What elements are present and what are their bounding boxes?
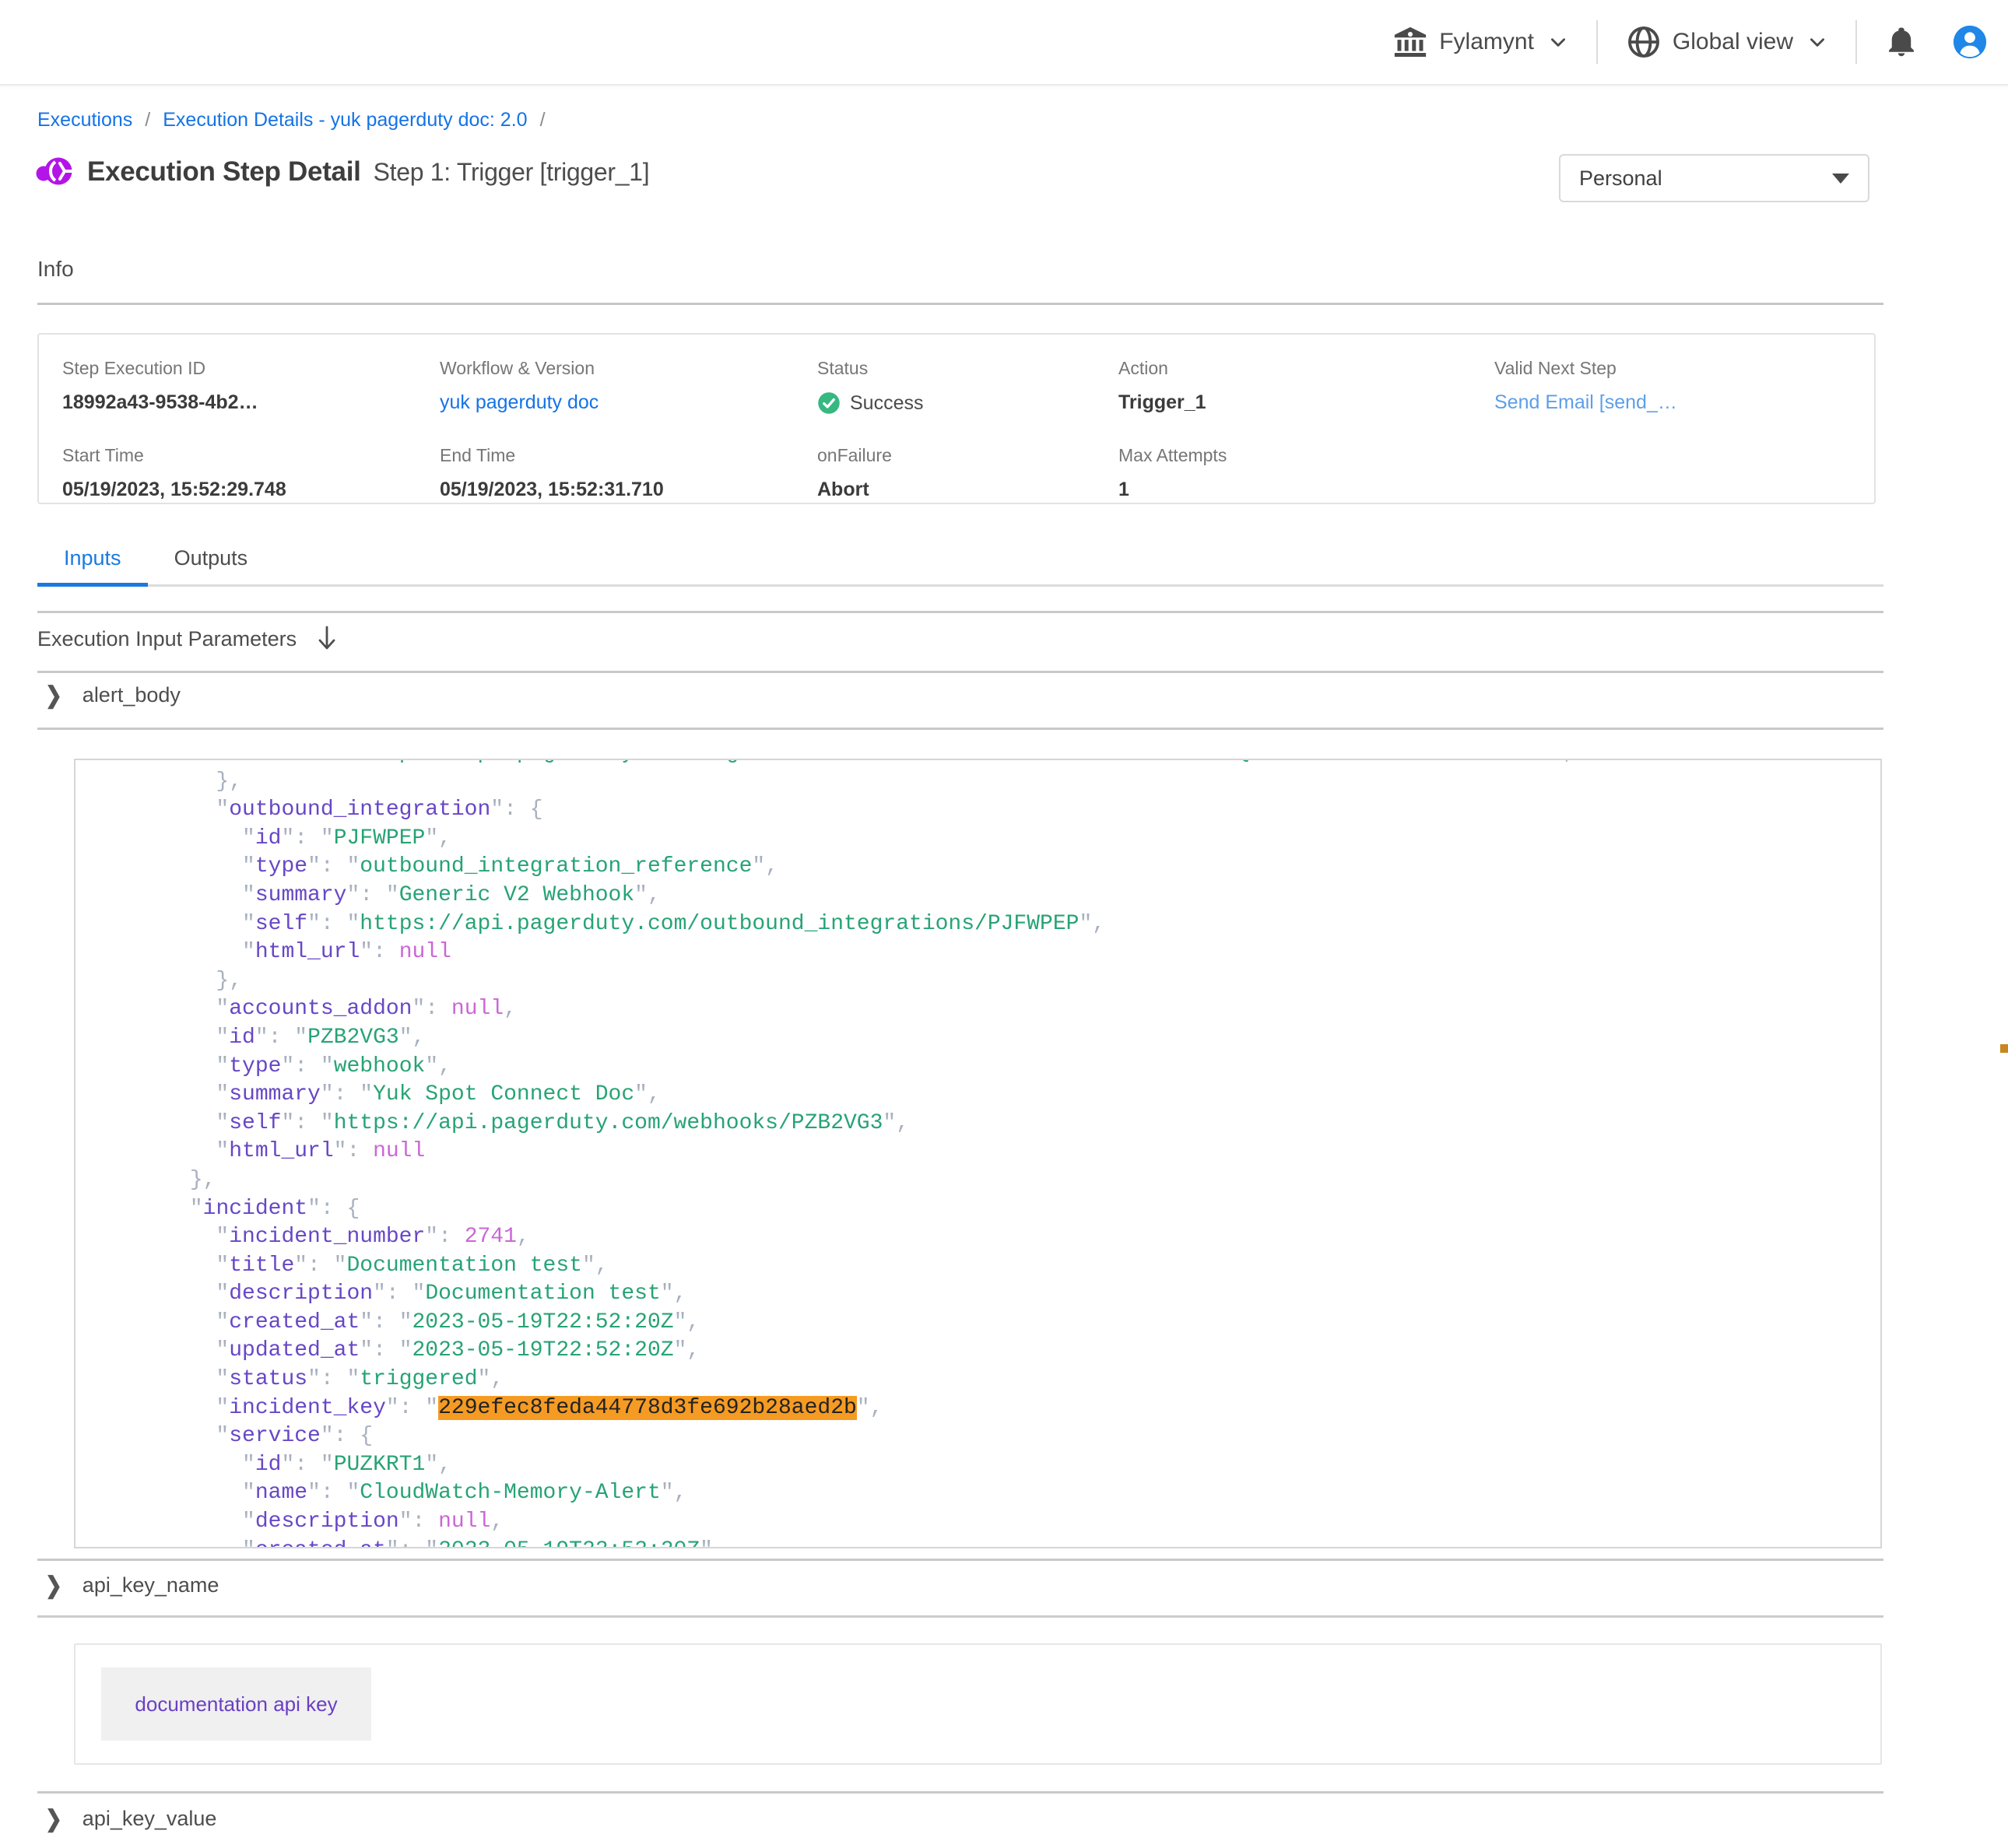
org-menu[interactable]: Fylamynt bbox=[1392, 24, 1568, 60]
page-title: Execution Step Detail bbox=[87, 156, 361, 188]
info-heading: Info bbox=[37, 257, 74, 282]
breadcrumb-separator: / bbox=[540, 109, 546, 131]
org-label: Fylamynt bbox=[1439, 29, 1534, 55]
chevron-down-icon bbox=[1807, 32, 1827, 52]
chevron-down-icon bbox=[1548, 32, 1568, 52]
step-execution-id-value: 18992a43-9538-4b2… bbox=[62, 391, 440, 414]
scrollbar-find-marker bbox=[2000, 1044, 2008, 1053]
chevron-right-icon: ❯ bbox=[45, 682, 62, 710]
breadcrumb-separator: / bbox=[145, 109, 150, 131]
view-menu[interactable]: Global view bbox=[1626, 24, 1827, 60]
param-row-api-key-name[interactable]: ❯ api_key_name bbox=[45, 1573, 219, 1597]
api-key-name-card: documentation api key bbox=[74, 1643, 1882, 1765]
page-title-row: Execution Step Detail Step 1: Trigger [t… bbox=[34, 153, 649, 191]
info-field-workflow-version: Workflow & Version yuk pagerduty doc bbox=[440, 358, 817, 417]
chevron-right-icon: ❯ bbox=[45, 1805, 62, 1833]
avatar[interactable] bbox=[1952, 24, 1988, 60]
api-key-name-chip: documentation api key bbox=[101, 1667, 371, 1741]
execution-step-detail-page: Fylamynt Global view Executions / Execut… bbox=[0, 0, 2008, 1848]
info-field-action: Action Trigger_1 bbox=[1118, 358, 1494, 417]
app-logo-icon bbox=[34, 153, 73, 191]
tab-outputs[interactable]: Outputs bbox=[148, 546, 275, 584]
top-navigation-bar: Fylamynt Global view bbox=[0, 0, 2008, 86]
json-code: "self": "https://api.pagerduty.com/log_e… bbox=[75, 759, 1880, 1548]
info-field-end-time: End Time 05/19/2023, 15:52:31.710 bbox=[440, 445, 817, 503]
breadcrumb-link-execution-details[interactable]: Execution Details - yuk pagerduty doc: 2… bbox=[163, 109, 527, 131]
topbar-divider bbox=[1596, 20, 1598, 64]
param-label: api_key_value bbox=[82, 1807, 217, 1831]
view-label: Global view bbox=[1673, 29, 1793, 55]
section-divider bbox=[37, 728, 1883, 730]
info-field-start-time: Start Time 05/19/2023, 15:52:29.748 bbox=[62, 445, 440, 503]
status-badge: Success bbox=[817, 391, 1118, 415]
section-divider bbox=[37, 1615, 1883, 1618]
info-field-valid-next-step: Valid Next Step Send Email [send_… bbox=[1494, 358, 1874, 417]
section-divider bbox=[37, 303, 1883, 305]
next-step-link[interactable]: Send Email [send_… bbox=[1494, 391, 1677, 414]
section-divider bbox=[37, 1559, 1883, 1561]
bank-icon bbox=[1392, 24, 1428, 60]
page-subtitle: Step 1: Trigger [trigger_1] bbox=[374, 158, 650, 187]
globe-icon bbox=[1626, 24, 1662, 60]
info-field-onfailure: onFailure Abort bbox=[817, 445, 1118, 503]
param-row-api-key-value[interactable]: ❯ api_key_value bbox=[45, 1807, 216, 1831]
chevron-right-icon: ❯ bbox=[45, 1572, 62, 1600]
param-label: api_key_name bbox=[82, 1573, 219, 1597]
section-divider bbox=[37, 611, 1883, 613]
check-circle-icon bbox=[817, 391, 841, 415]
topbar-divider bbox=[1855, 20, 1857, 64]
params-header-row: Execution Input Parameters bbox=[37, 626, 337, 652]
workflow-link[interactable]: yuk pagerduty doc bbox=[440, 391, 599, 414]
alert-body-json-viewer[interactable]: "self": "https://api.pagerduty.com/log_e… bbox=[74, 759, 1882, 1548]
param-row-alert-body[interactable]: ❯ alert_body bbox=[45, 683, 181, 707]
info-field-step-execution-id: Step Execution ID 18992a43-9538-4b2… bbox=[62, 358, 440, 417]
param-label: alert_body bbox=[82, 683, 181, 707]
tab-inputs[interactable]: Inputs bbox=[37, 546, 148, 584]
scope-select[interactable]: Personal bbox=[1559, 154, 1869, 202]
info-card: Step Execution ID 18992a43-9538-4b2… Wor… bbox=[37, 333, 1876, 504]
section-divider bbox=[37, 671, 1883, 673]
bell-icon bbox=[1885, 26, 1918, 58]
tabs: Inputs Outputs bbox=[37, 546, 1883, 587]
info-field-status: Status Success bbox=[817, 358, 1118, 417]
caret-down-icon bbox=[1832, 174, 1849, 184]
breadcrumb-link-executions[interactable]: Executions bbox=[37, 109, 132, 131]
download-icon[interactable] bbox=[317, 626, 337, 652]
info-field-max-attempts: Max Attempts 1 bbox=[1118, 445, 1494, 503]
notifications-button[interactable] bbox=[1885, 26, 1918, 58]
scope-select-value: Personal bbox=[1579, 167, 1662, 191]
breadcrumb: Executions / Execution Details - yuk pag… bbox=[37, 109, 546, 131]
params-header-title: Execution Input Parameters bbox=[37, 627, 297, 651]
section-divider bbox=[37, 1791, 1883, 1794]
